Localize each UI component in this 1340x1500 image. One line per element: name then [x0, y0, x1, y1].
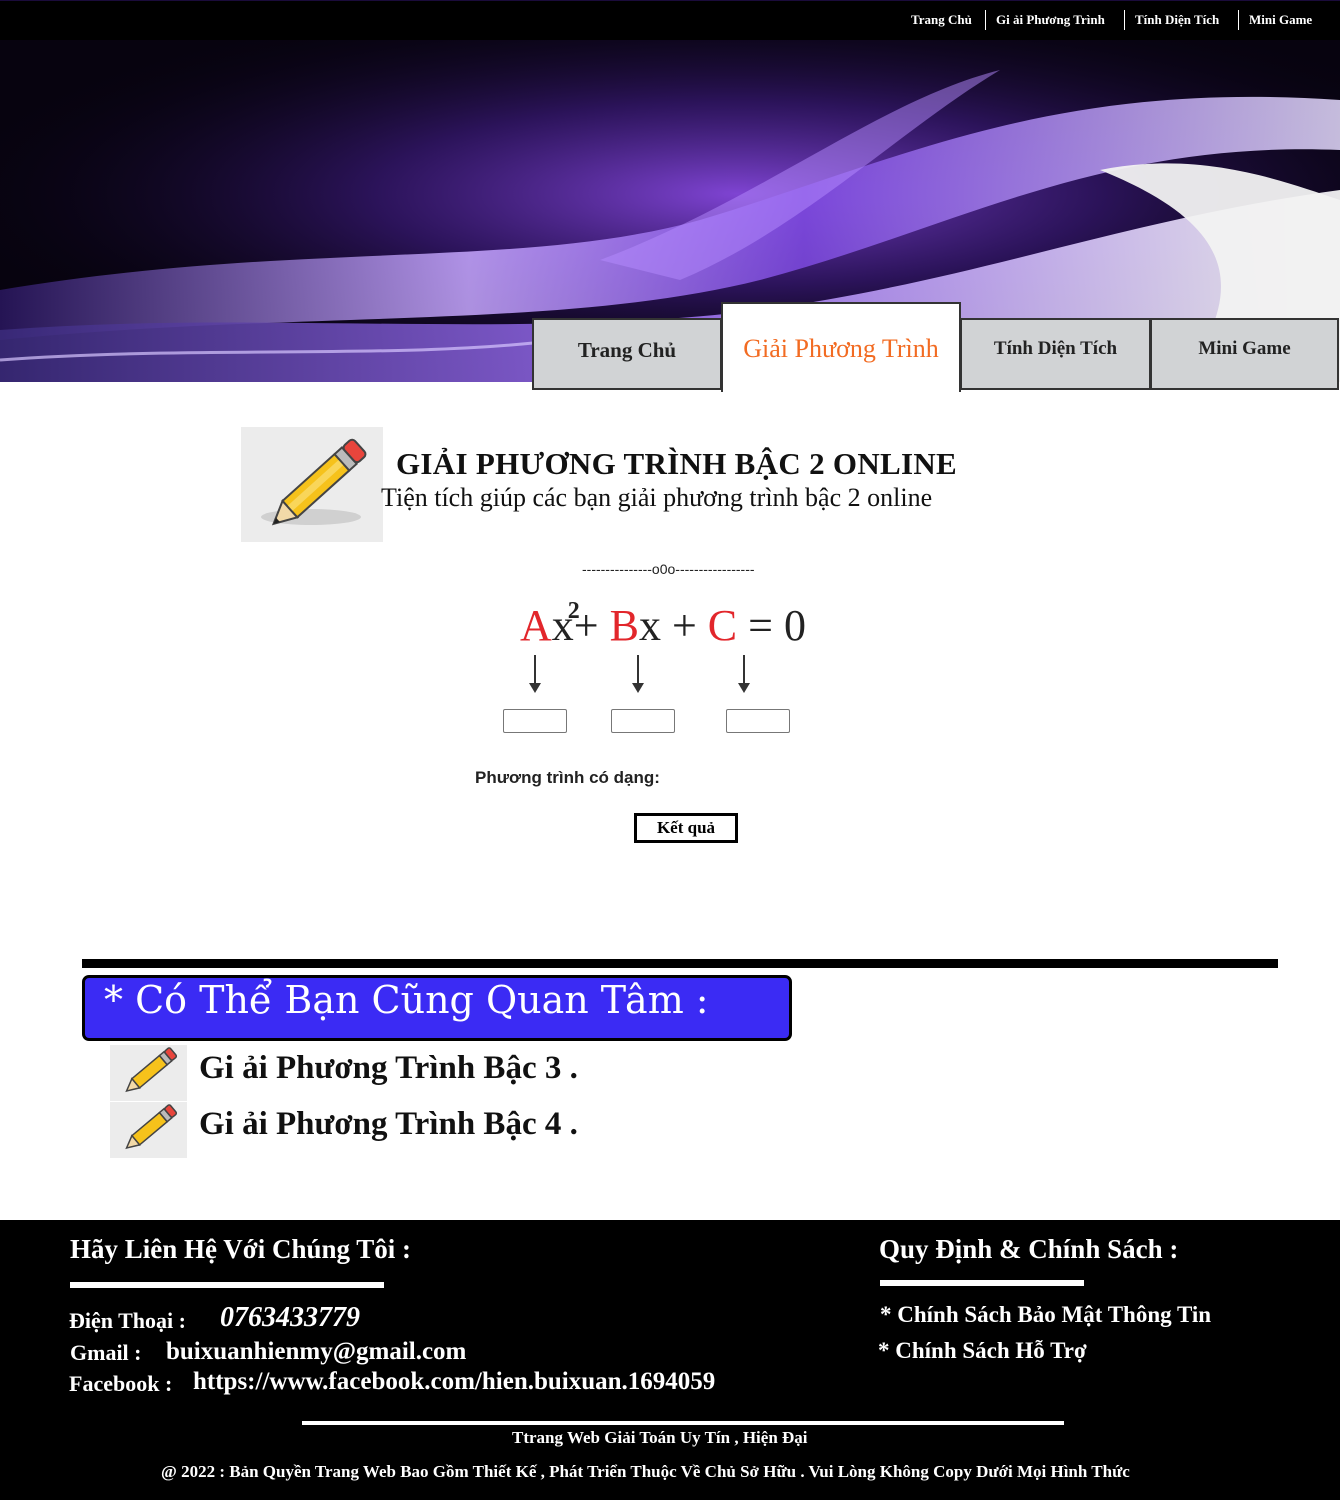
- related-heading: * Có Thể Bạn Cũng Quan Tâm :: [104, 978, 709, 1022]
- footer-divider: [302, 1421, 1064, 1425]
- tab-mini-game-label: Mini Game: [1198, 338, 1291, 359]
- coef-c-input[interactable]: [726, 709, 790, 733]
- tab-solve-equation-label: Giải Phương Trình: [743, 334, 939, 363]
- x-var: x: [638, 601, 661, 650]
- equals-zero: = 0: [748, 601, 806, 650]
- arrow-down-icon: [738, 655, 750, 693]
- related-link-quartic[interactable]: Gi ải Phương Trình Bậc 4 .: [199, 1106, 578, 1143]
- coef-b-symbol: B: [609, 601, 639, 650]
- tab-home-label: Trang Chủ: [577, 338, 677, 362]
- tab-solve-equation[interactable]: Giải Phương Trình: [721, 302, 961, 392]
- top-nav-mini-game[interactable]: Mini Game: [1238, 10, 1322, 30]
- section-divider: ---------------o0o-----------------: [582, 561, 755, 577]
- exponent-two: 2: [567, 598, 580, 625]
- top-nav-solve-equation[interactable]: Gi ải Phương Trình: [985, 10, 1115, 30]
- coef-a-input[interactable]: [503, 709, 567, 733]
- tab-mini-game[interactable]: Mini Game: [1150, 318, 1339, 390]
- quadratic-equation: Ax2+ Bx + C = 0: [520, 598, 806, 651]
- top-nav-area[interactable]: Tính Diện Tích: [1124, 10, 1229, 30]
- gmail-address[interactable]: buixuanhienmy@gmail.com: [166, 1338, 466, 1366]
- footer-tagline: Ttrang Web Giải Toán Uy Tín , Hiện Đại: [512, 1428, 808, 1447]
- copyright-text: @ 2022 : Bản Quyền Trang Web Bao Gồm Thi…: [161, 1462, 1130, 1481]
- plus-sign: +: [671, 601, 697, 650]
- pencil-icon: [110, 1045, 187, 1101]
- section-separator: [82, 959, 1278, 968]
- tab-home[interactable]: Trang Chủ: [532, 318, 722, 390]
- coef-c-symbol: C: [707, 601, 738, 650]
- pencil-icon: [110, 1102, 187, 1158]
- pencil-icon: [241, 427, 383, 542]
- tab-area-label: Tính Diện Tích: [993, 338, 1118, 359]
- facebook-link[interactable]: https://www.facebook.com/hien.buixuan.16…: [193, 1368, 715, 1396]
- related-link-cubic[interactable]: Gi ải Phương Trình Bậc 3 .: [199, 1050, 578, 1087]
- coef-b-input[interactable]: [611, 709, 675, 733]
- support-policy-link[interactable]: * Chính Sách Hỗ Trợ: [878, 1338, 1087, 1364]
- phone-number[interactable]: 0763433779: [220, 1302, 360, 1334]
- contact-underline: [70, 1282, 384, 1288]
- arrow-down-icon: [632, 655, 644, 693]
- tab-area[interactable]: Tính Diện Tích: [960, 318, 1151, 390]
- privacy-policy-link[interactable]: * Chính Sách Bảo Mật Thông Tin: [880, 1302, 1211, 1328]
- phone-label: Điện Thoại :: [69, 1308, 186, 1333]
- equation-form-label: Phương trình có dạng:: [475, 768, 660, 787]
- facebook-label: Facebook :: [69, 1371, 173, 1396]
- result-button[interactable]: Kết quả: [634, 813, 738, 843]
- top-nav-home[interactable]: Trang Chủ: [901, 10, 982, 30]
- arrow-down-icon: [529, 655, 541, 693]
- page-subtitle: Tiện tích giúp các bạn giải phương trình…: [381, 483, 933, 512]
- contact-heading: Hãy Liên Hệ Với Chúng Tôi :: [70, 1234, 412, 1264]
- gmail-label: Gmail :: [70, 1340, 142, 1365]
- coef-a-symbol: A: [520, 601, 552, 650]
- page-title: GIẢI PHƯƠNG TRÌNH BẬC 2 ONLINE: [396, 446, 958, 481]
- policy-heading: Quy Định & Chính Sách :: [879, 1234, 1179, 1264]
- policy-underline: [880, 1280, 1084, 1286]
